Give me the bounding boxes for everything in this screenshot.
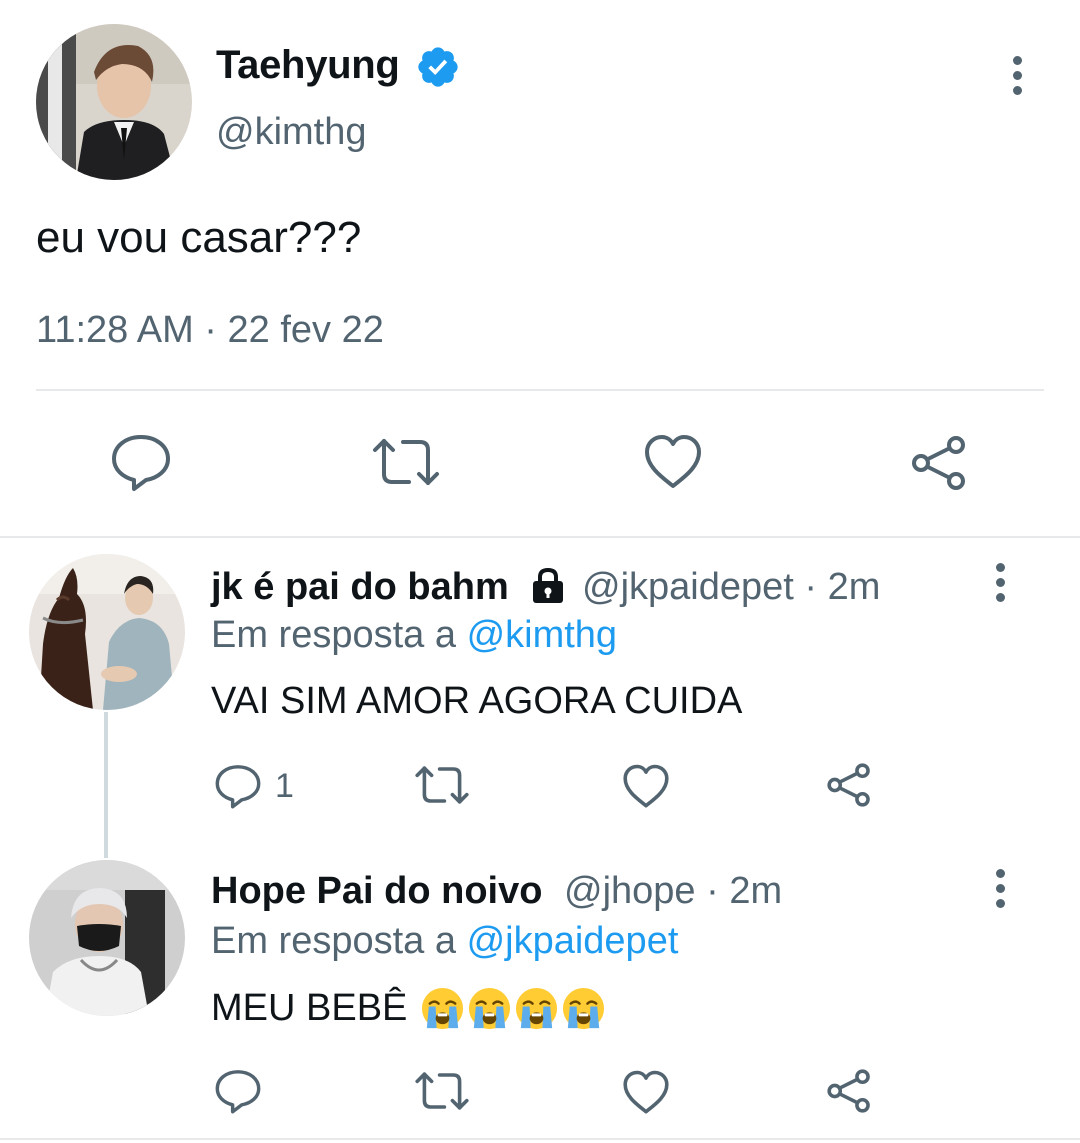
share-icon[interactable] [826,1068,872,1114]
retweet-icon[interactable] [414,764,470,806]
reply-avatar[interactable] [29,554,185,710]
verified-badge-icon [415,44,461,90]
reply-text: VAI SIM AMOR AGORA CUIDA [211,680,743,722]
loudly-crying-face-emoji [469,987,511,1030]
in-reply-to: Em resposta a @jkpaidepet [211,920,678,963]
divider [36,389,1044,391]
loudly-crying-face-emoji [422,987,464,1030]
reply-avatar[interactable] [29,860,185,1016]
in-reply-handle-link[interactable]: @kimthg [467,614,618,656]
reply-text: MEU BEBÊ [211,987,408,1029]
tweet-text: eu vou casar??? [36,213,362,262]
main-avatar[interactable] [36,24,192,180]
tweet-timestamp[interactable]: 11:28 AM · 22 fev 22 [36,309,384,352]
author-name[interactable]: Taehyung [216,43,400,88]
share-icon[interactable] [826,762,872,808]
like-icon[interactable] [622,764,670,809]
reply-text-row: MEU BEBÊ [211,985,607,1032]
reply-author-name[interactable]: jk é pai do bahm [211,566,509,609]
lock-icon [528,566,568,606]
in-reply-handle-link[interactable]: @jkpaidepet [467,920,679,962]
reply-handle-time[interactable]: @jkpaidepet · 2m [582,566,880,609]
like-icon[interactable] [622,1070,670,1115]
in-reply-prefix: Em resposta a [211,920,456,962]
like-icon[interactable] [643,434,703,490]
author-handle[interactable]: @kimthg [216,111,367,154]
loudly-crying-face-emoji [516,987,558,1030]
thread-connector-line [104,712,108,858]
share-icon[interactable] [910,434,968,492]
more-options-icon[interactable] [1007,56,1027,96]
reply-author-name[interactable]: Hope Pai do noivo [211,870,542,913]
more-options-icon[interactable] [990,563,1010,603]
more-options-icon[interactable] [990,869,1010,909]
reply-handle-time[interactable]: @jhope · 2m [564,870,782,913]
retweet-icon[interactable] [371,436,441,488]
reply-icon[interactable] [110,432,172,492]
in-reply-prefix: Em resposta a [211,614,456,656]
divider [0,1138,1080,1140]
reply-icon[interactable] [214,763,262,809]
emoji-group [419,985,607,1032]
section-divider [0,536,1080,538]
loudly-crying-face-emoji [563,987,605,1030]
reply-icon[interactable] [214,1068,262,1114]
retweet-icon[interactable] [414,1070,470,1112]
in-reply-to: Em resposta a @kimthg [211,614,617,657]
reply-count: 1 [275,767,294,805]
